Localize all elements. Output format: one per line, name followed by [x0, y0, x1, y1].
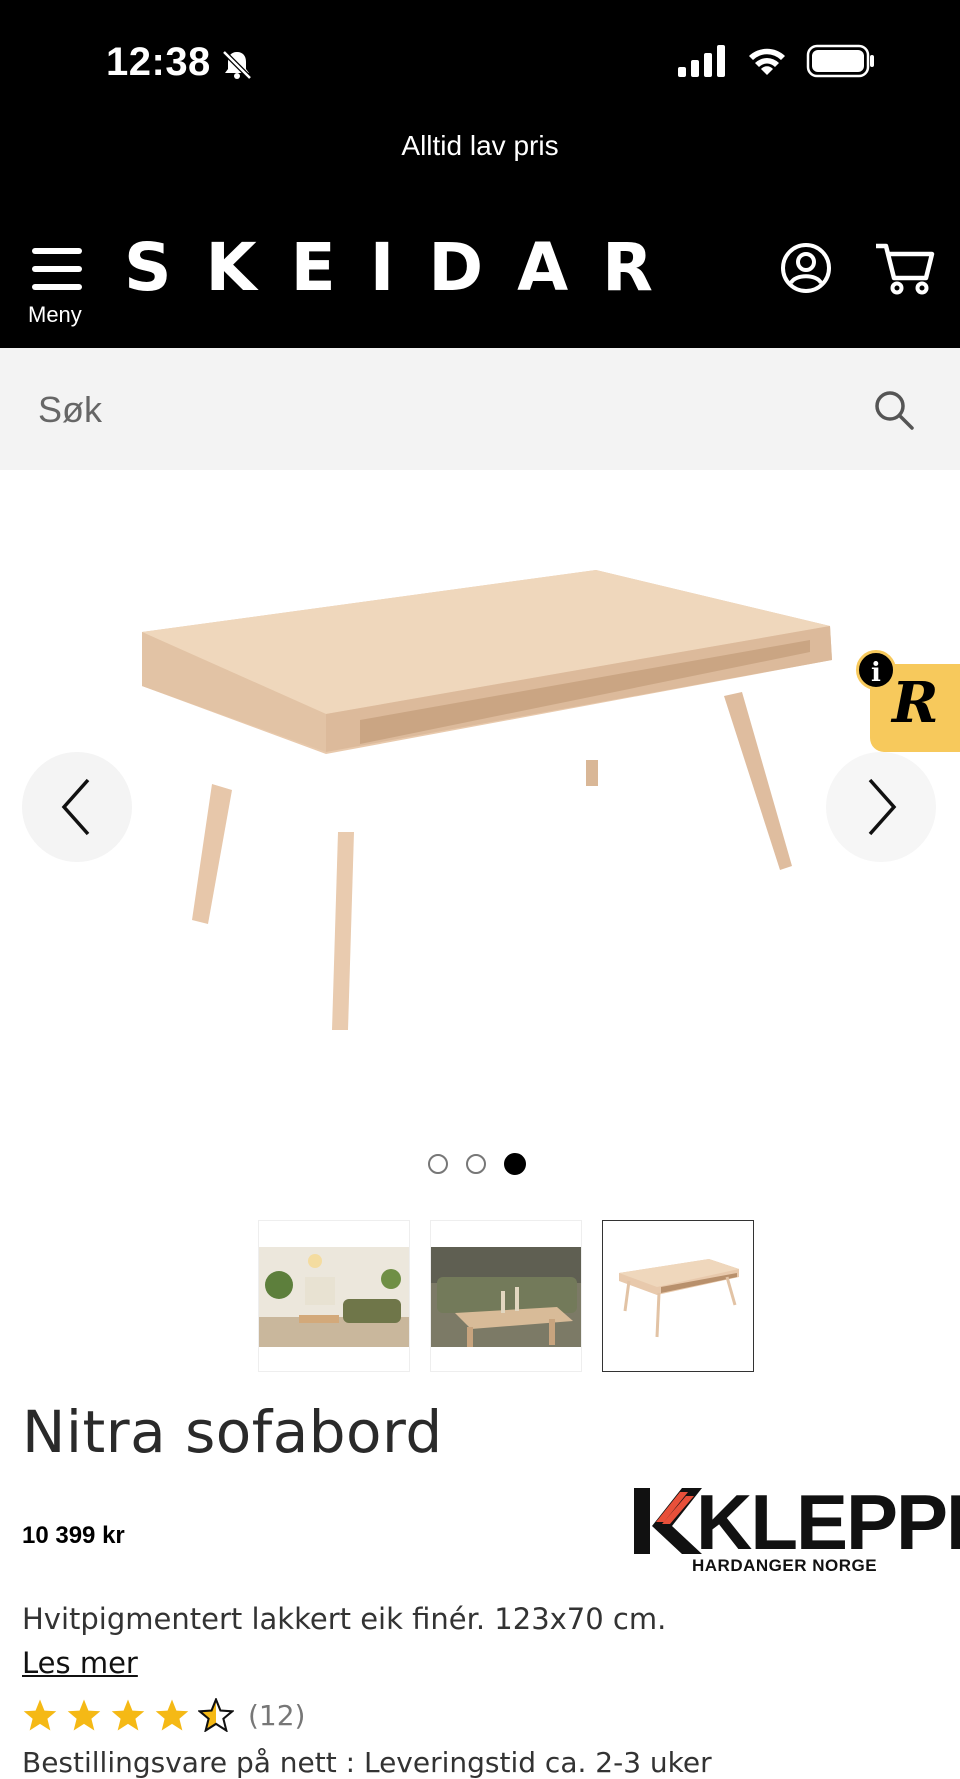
wifi-icon	[749, 48, 785, 75]
carousel-prev-button[interactable]	[22, 752, 132, 862]
star-full-icon	[111, 1699, 145, 1731]
carousel-indicators	[428, 1153, 526, 1175]
info-icon[interactable]: i	[856, 650, 896, 690]
thumbnail-table-detail[interactable]	[430, 1220, 582, 1372]
skeidar-logo[interactable]: SKEIDAR	[124, 232, 687, 304]
brand-logo-kleppe[interactable]: KLEPPE HARDANGER NORGE	[632, 1482, 960, 1578]
signal-icon	[678, 45, 725, 77]
rating-stars[interactable]: (12)	[22, 1698, 305, 1732]
cart-icon[interactable]	[874, 240, 936, 296]
carousel-dot[interactable]	[466, 1154, 486, 1174]
thumbnail-product[interactable]	[602, 1220, 754, 1372]
delivery-info: Bestillingsvare på nett : Leveringstid c…	[22, 1746, 712, 1779]
top-header: 12:38 Alltid lav pris Meny SKEIDAR	[0, 0, 960, 348]
battery-icon	[806, 44, 874, 78]
status-time: 12:38	[106, 40, 211, 84]
brand-name: KLEPPE	[696, 1478, 960, 1566]
bell-muted-icon	[222, 50, 252, 80]
star-full-icon	[67, 1699, 101, 1731]
thumbnail-strip	[258, 1220, 754, 1372]
review-count: (12)	[248, 1698, 306, 1732]
search-input[interactable]	[36, 378, 820, 442]
chevron-left-icon	[61, 778, 90, 836]
promo-banner: Alltid lav pris	[401, 130, 559, 161]
hamburger-icon	[32, 248, 82, 290]
star-full-icon	[23, 1699, 57, 1731]
account-icon[interactable]	[780, 242, 832, 294]
brand-tagline: HARDANGER NORGE	[692, 1556, 878, 1575]
carousel-dot[interactable]	[428, 1154, 448, 1174]
star-full-icon	[155, 1699, 189, 1731]
carousel-next-button[interactable]	[826, 752, 936, 862]
menu-label: Meny	[28, 302, 82, 327]
status-icons	[678, 44, 876, 78]
product-image	[142, 570, 832, 1030]
product-price: 10 399 kr	[22, 1522, 125, 1549]
search-bar	[0, 348, 960, 470]
carousel-dot-active[interactable]	[504, 1153, 526, 1175]
product-description: Hvitpigmentert lakkert eik finér. 123x70…	[22, 1602, 667, 1636]
read-more-link[interactable]: Les mer	[22, 1646, 138, 1680]
product-title: Nitra sofabord	[22, 1398, 443, 1466]
chevron-right-icon	[868, 778, 897, 836]
reviews-widget-letter: R	[892, 670, 939, 736]
search-icon[interactable]	[872, 388, 916, 432]
star-half-icon	[198, 1698, 234, 1732]
thumbnail-living-room[interactable]	[258, 1220, 410, 1372]
